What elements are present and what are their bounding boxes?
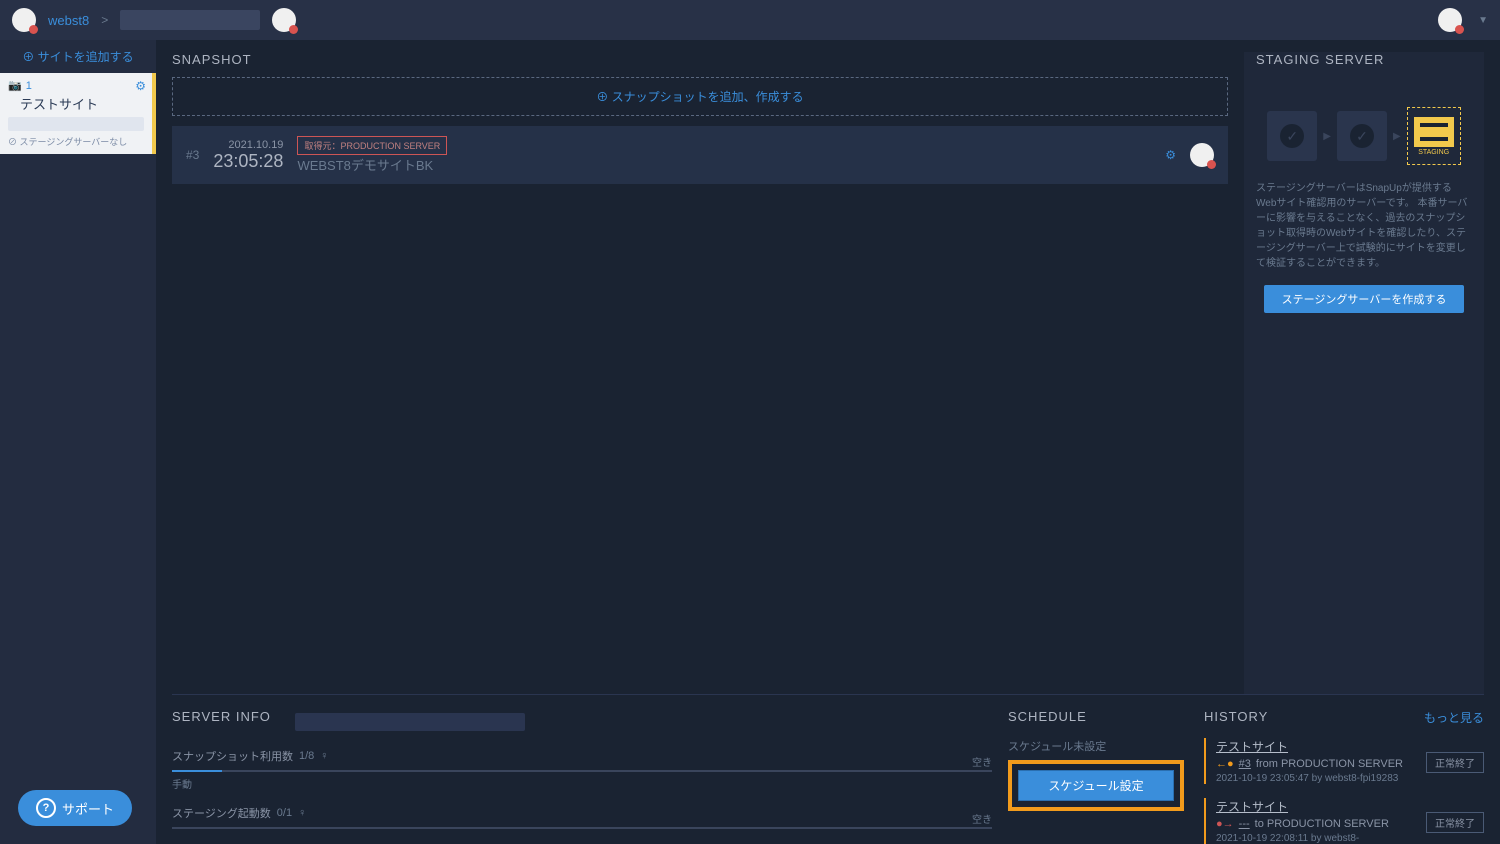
create-staging-button[interactable]: ステージングサーバーを作成する bbox=[1264, 285, 1465, 313]
history-status-badge: 正常終了 bbox=[1426, 812, 1484, 833]
add-snapshot-button[interactable]: スナップショットを追加、作成する bbox=[172, 77, 1228, 116]
history-item[interactable]: テストサイト ←● #3 from PRODUCTION SERVER 2021… bbox=[1204, 738, 1484, 784]
topbar: webst8 > ▼ bbox=[0, 0, 1500, 40]
step-2-icon: ✓ bbox=[1337, 111, 1387, 161]
site-avatar[interactable] bbox=[272, 8, 296, 32]
breadcrumb-separator: > bbox=[101, 13, 108, 27]
snapshot-name: WEBST8デモサイトBK bbox=[297, 155, 447, 174]
snapshot-title: SNAPSHOT bbox=[172, 52, 1228, 67]
info-bulb-icon[interactable]: ♀ bbox=[298, 807, 306, 819]
step-arrow-icon: ▶ bbox=[1393, 131, 1401, 142]
schedule-button-highlight: スケジュール設定 bbox=[1008, 760, 1184, 811]
server-info-title: SERVER INFO bbox=[172, 709, 271, 724]
snapshot-index: #3 bbox=[186, 148, 199, 162]
snapshot-time: 23:05:28 bbox=[213, 151, 283, 172]
site-subinfo bbox=[8, 117, 144, 131]
staging-step-diagram: ✓ ▶ ✓ ▶ STAGING bbox=[1256, 107, 1472, 165]
step-3-label: STAGING bbox=[1418, 149, 1449, 156]
history-direction-from-icon: ←● bbox=[1216, 758, 1234, 770]
staging-count-label: ステージング起動数 bbox=[172, 805, 271, 821]
support-button[interactable]: サポート bbox=[18, 790, 132, 826]
site-card[interactable]: 📷 1 ⚙ テストサイト ステージングサーバーなし bbox=[0, 73, 156, 154]
schedule-section: SCHEDULE スケジュール未設定 スケジュール設定 bbox=[1008, 709, 1188, 844]
history-item-id: --- bbox=[1239, 818, 1250, 830]
snapshot-gear-icon[interactable]: ⚙ bbox=[1165, 148, 1176, 162]
step-1-icon: ✓ bbox=[1267, 111, 1317, 161]
history-item-meta: 2021-10-19 23:05:47 by webst8-fpi19283 bbox=[1216, 773, 1484, 784]
schedule-settings-button[interactable]: スケジュール設定 bbox=[1018, 770, 1174, 801]
staging-count-value: 0/1 bbox=[277, 807, 292, 819]
history-item[interactable]: テストサイト ●→ --- to PRODUCTION SERVER 2021-… bbox=[1204, 798, 1484, 844]
snap-usage-value: 1/8 bbox=[299, 750, 314, 762]
info-bulb-icon[interactable]: ♀ bbox=[320, 750, 328, 762]
history-item-source: from PRODUCTION SERVER bbox=[1256, 758, 1403, 770]
add-site-button[interactable]: サイトを追加する bbox=[0, 40, 156, 73]
server-info-section: SERVER INFO スナップショット利用数 1/8 ♀ 空き 手動 ステージ… bbox=[172, 709, 992, 844]
bar-empty-label: 空き bbox=[972, 811, 992, 826]
step-3-active: STAGING bbox=[1407, 107, 1461, 165]
camera-icon: 📷 bbox=[8, 79, 22, 92]
snapshot-source-tag: 取得元：PRODUCTION SERVER bbox=[297, 136, 447, 155]
user-avatar[interactable] bbox=[1438, 8, 1462, 32]
staging-description: ステージングサーバーはSnapUpが提供するWebサイト確認用のサーバーです。 … bbox=[1256, 181, 1472, 271]
server-info-redacted bbox=[295, 713, 525, 731]
site-name: テストサイト bbox=[8, 92, 144, 115]
history-direction-to-icon: ●→ bbox=[1216, 818, 1234, 830]
breadcrumb-current bbox=[120, 10, 260, 30]
site-snap-count: 1 bbox=[26, 80, 32, 92]
breadcrumb-org-link[interactable]: webst8 bbox=[48, 13, 89, 28]
site-staging-note: ステージングサーバーなし bbox=[8, 133, 144, 148]
bar-empty-label: 空き bbox=[972, 754, 992, 769]
snapshot-section: SNAPSHOT スナップショットを追加、作成する #3 2021.10.19 … bbox=[172, 52, 1228, 694]
history-more-link[interactable]: もっと見る bbox=[1424, 709, 1484, 726]
snapshot-date: 2021.10.19 bbox=[213, 139, 283, 151]
bar-manual-label: 手動 bbox=[172, 776, 992, 791]
org-avatar[interactable] bbox=[12, 8, 36, 32]
staging-count-bar: 空き bbox=[172, 827, 992, 829]
site-settings-gear-icon[interactable]: ⚙ bbox=[135, 79, 146, 93]
user-menu-caret-icon[interactable]: ▼ bbox=[1478, 15, 1488, 26]
staging-section: STAGING SERVER ✓ ▶ ✓ ▶ STAGING ステージングサーバ… bbox=[1244, 52, 1484, 694]
history-status-badge: 正常終了 bbox=[1426, 752, 1484, 773]
history-item-source: to PRODUCTION SERVER bbox=[1255, 818, 1389, 830]
step-arrow-icon: ▶ bbox=[1323, 131, 1331, 142]
history-section: HISTORY もっと見る テストサイト ←● #3 from PRODUCTI… bbox=[1204, 709, 1484, 844]
snap-usage-bar: 空き bbox=[172, 770, 992, 772]
support-label: サポート bbox=[62, 799, 114, 818]
history-item-id: #3 bbox=[1239, 758, 1251, 770]
snapshot-row[interactable]: #3 2021.10.19 23:05:28 取得元：PRODUCTION SE… bbox=[172, 126, 1228, 184]
sidebar: サイトを追加する 📷 1 ⚙ テストサイト ステージングサーバーなし bbox=[0, 40, 156, 844]
snap-usage-label: スナップショット利用数 bbox=[172, 748, 293, 764]
schedule-title: SCHEDULE bbox=[1008, 709, 1184, 724]
history-item-meta: 2021-10-19 22:08:11 by webst8- bbox=[1216, 833, 1484, 844]
snapshot-author-avatar bbox=[1190, 143, 1214, 167]
staging-title: STAGING SERVER bbox=[1256, 52, 1472, 67]
schedule-status-text: スケジュール未設定 bbox=[1008, 738, 1184, 754]
